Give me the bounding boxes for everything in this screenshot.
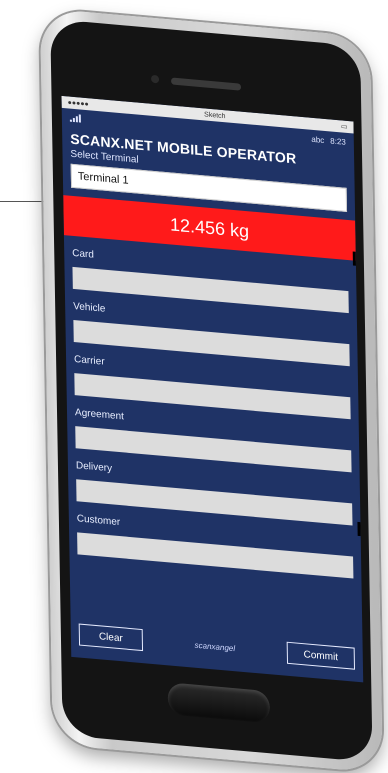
commit-button[interactable]: Commit (286, 641, 356, 670)
clear-button[interactable]: Clear (78, 623, 144, 652)
battery-indicator: ▭ (340, 123, 348, 131)
carrier-dots: ●●●●● (67, 98, 89, 108)
camera-icon (150, 74, 160, 84)
status-right: abc 8:23 (311, 134, 346, 146)
phone-screen: ●●●●● Sketch ▭ abc 8:23 SCANX.NET MOBILE… (61, 95, 364, 683)
phone-body: ●●●●● Sketch ▭ abc 8:23 SCANX.NET MOBILE… (50, 18, 373, 763)
form: Card Vehicle Carrier Agreement Delivery … (64, 247, 361, 579)
home-button[interactable] (167, 682, 271, 724)
signal-icon (69, 114, 81, 123)
phone-frame: ●●●●● Sketch ▭ abc 8:23 SCANX.NET MOBILE… (40, 8, 383, 773)
scrollbar-handle[interactable] (352, 251, 356, 266)
speaker-grille (170, 77, 242, 91)
brand-logo: scanxangel (194, 640, 236, 653)
bottom-action-bar: Clear scanxangel Commit (71, 621, 363, 673)
time-label: 8:23 (330, 135, 346, 147)
scrollbar-handle-lower[interactable] (357, 521, 361, 537)
status-center-label: Sketch (204, 110, 226, 120)
network-label: abc (311, 134, 325, 145)
